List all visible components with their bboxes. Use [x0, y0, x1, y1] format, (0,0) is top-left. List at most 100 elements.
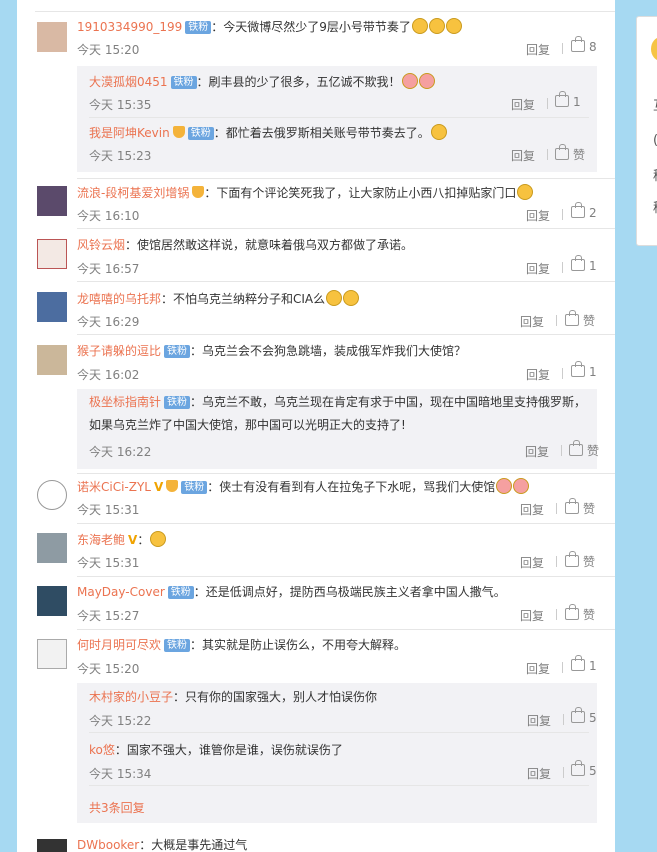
like-button[interactable]: 赞 [565, 604, 595, 623]
like-button[interactable]: 8 [571, 36, 597, 54]
avatar[interactable] [37, 839, 67, 852]
coin-icon [651, 37, 657, 61]
comment-text: ：不怕乌克兰纳粹分子和CIA么 [161, 292, 326, 306]
reply-button[interactable]: 回复 [526, 660, 550, 677]
fan-badge: 铁粉 [167, 586, 194, 599]
like-button[interactable]: 赞 [565, 310, 595, 329]
like-button[interactable]: 1 [555, 91, 581, 109]
separator [562, 368, 563, 379]
username-link[interactable]: MayDay-Cover [77, 585, 165, 599]
reply-button[interactable]: 回复 [525, 443, 549, 460]
reply-text: ：国家不强大，谁管你是谁，误伤就误伤了 [114, 743, 343, 757]
like-button[interactable]: 赞 [565, 551, 595, 570]
separator [563, 767, 564, 778]
like-button[interactable]: 1 [571, 255, 597, 273]
thumbs-up-icon [565, 551, 579, 567]
username-link[interactable]: 大漠孤烟0451 [89, 75, 168, 89]
laugh-emoji-icon [411, 18, 428, 34]
timestamp: 今天 16:10 [77, 209, 140, 223]
avatar[interactable] [37, 586, 67, 616]
reply-button[interactable]: 回复 [526, 260, 550, 277]
divider [89, 117, 589, 118]
like-button[interactable]: 5 [571, 760, 597, 778]
timestamp: 今天 15:27 [77, 609, 140, 623]
reply-text: ：都忙着去俄罗斯相关账号带节奏去了。 [213, 126, 430, 140]
thumbs-up-icon [565, 310, 579, 326]
view-all-replies-link[interactable]: 共3条回复 [89, 799, 145, 816]
avatar[interactable] [37, 186, 67, 216]
laugh-emoji-icon [517, 184, 534, 200]
reply-button[interactable]: 回复 [520, 501, 544, 518]
divider [77, 228, 615, 229]
laugh-emoji-icon [428, 18, 445, 34]
reply-button[interactable]: 回复 [526, 207, 550, 224]
comment-text: ：今天微博尽然少了9层小号带节奏了 [211, 20, 411, 34]
like-button[interactable]: 5 [571, 707, 597, 725]
divider [77, 473, 615, 474]
avatar[interactable] [37, 480, 67, 510]
separator [563, 714, 564, 725]
surprised-emoji-icon [343, 290, 360, 306]
separator [561, 445, 562, 456]
avatar[interactable] [37, 639, 67, 669]
sidebar-text: 互 [653, 95, 657, 114]
reply-button[interactable]: 回复 [511, 147, 535, 164]
thumbs-up-icon [571, 760, 585, 776]
like-button[interactable]: 1 [571, 655, 597, 673]
comment-list: 1910334990_199 铁粉 ：今天微博尽然少了9层小号带节奏了 今天 15:… [17, 0, 615, 852]
timestamp: 今天 15:22 [89, 714, 152, 728]
separator [556, 556, 557, 567]
comment-text: ：下面有个评论笑死我了，让大家防止小西八扣掉贴家门口 [204, 186, 517, 200]
cry-emoji-icon [496, 478, 513, 494]
username-link[interactable]: 诺米CiCi-ZYL [77, 480, 151, 494]
separator [556, 315, 557, 326]
like-button[interactable]: 2 [571, 202, 597, 220]
avatar[interactable] [37, 533, 67, 563]
reply-button[interactable]: 回复 [511, 96, 535, 113]
reply-button[interactable]: 回复 [527, 765, 551, 782]
reply-box: 大漠孤烟0451 铁粉 ：刷丰县的少了很多，五亿诚不欺我！ 今天 15:35 回复 … [77, 66, 597, 172]
reply-button[interactable]: 回复 [526, 41, 550, 58]
divider [77, 523, 615, 524]
username-link[interactable]: 龙嘻嘻的乌托邦 [77, 292, 161, 306]
avatar[interactable] [37, 345, 67, 375]
divider [77, 281, 615, 282]
crown-icon [166, 480, 179, 492]
cry-emoji-icon [418, 73, 435, 89]
reply-button[interactable]: 回复 [520, 313, 544, 330]
fan-badge: 铁粉 [185, 21, 212, 34]
avatar[interactable] [37, 22, 67, 52]
reply-button[interactable]: 回复 [527, 712, 551, 729]
timestamp: 今天 15:20 [77, 662, 140, 676]
username-link[interactable]: 流浪-段柯基爱刘增锅 [77, 186, 189, 200]
avatar[interactable] [37, 239, 67, 269]
thumbs-up-icon [565, 604, 579, 620]
username-link[interactable]: ko悠 [89, 743, 115, 757]
username-link[interactable]: 木村家的小豆子 [89, 690, 173, 704]
username-link[interactable]: 猴子请躲的逗比 [77, 344, 161, 358]
avatar[interactable] [37, 292, 67, 322]
username-link[interactable]: 我是阿坤Kevin [89, 126, 170, 140]
divider [77, 629, 615, 630]
reply-button[interactable]: 回复 [526, 366, 550, 383]
username-link[interactable]: 何时月明可尽欢 [77, 638, 161, 652]
reply-text: ：只有你的国家强大，别人才怕误伤你 [173, 690, 378, 704]
username-link[interactable]: 极坐标指南针 [89, 395, 161, 409]
like-button[interactable]: 赞 [565, 498, 595, 517]
like-button[interactable]: 1 [571, 361, 597, 379]
reply-button[interactable]: 回复 [520, 607, 544, 624]
separator [562, 209, 563, 220]
like-button[interactable]: 赞 [569, 440, 599, 459]
divider [77, 576, 615, 577]
username-link[interactable]: DWbooker [77, 838, 139, 852]
reply-box: 极坐标指南针 铁粉 ：乌克兰不敢，乌克兰现在肯定有求于中国，现在中国暗地里支持俄罗斯… [77, 389, 599, 469]
username-link[interactable]: 风铃云烟 [77, 238, 125, 252]
reply-button[interactable]: 回复 [520, 554, 544, 571]
comment-text: ：大概是事先通过气 [139, 838, 248, 852]
timestamp: 今天 15:34 [89, 767, 152, 781]
username-link[interactable]: 1910334990_199 [77, 20, 182, 34]
username-link[interactable]: 东海老鲍 [77, 533, 125, 547]
like-button[interactable]: 赞 [555, 144, 585, 163]
separator [556, 503, 557, 514]
thumbs-up-icon [555, 91, 569, 107]
